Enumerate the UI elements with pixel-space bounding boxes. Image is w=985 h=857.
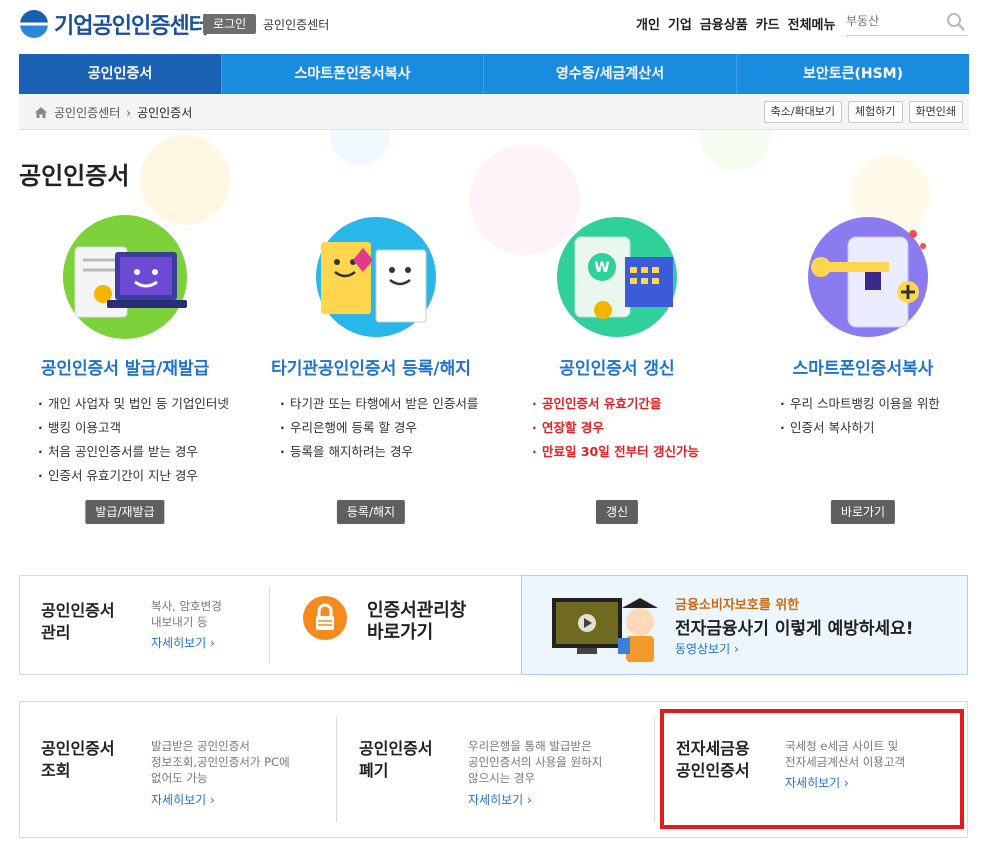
lookup-detail-link[interactable]: 자세히보기 ›	[151, 791, 215, 808]
list-item: 우리은행에 등록 할 경우	[278, 416, 478, 440]
divider	[654, 717, 655, 822]
divider	[336, 717, 337, 822]
promo-banner[interactable]: 금융소비자보호를 위한 전자금융사기 이렇게 예방하세요! 동영상보기 ›	[521, 575, 968, 675]
lock-icon	[303, 596, 347, 640]
breadcrumb-bar: 공인인증센터 › 공인인증서 축소/확대보기 체험하기 화면인쇄	[19, 94, 969, 130]
list-item: 처음 공인인증서를 받는 경우	[36, 440, 229, 464]
service-description: 우리 스마트뱅킹 이용을 위한 인증서 복사하기	[778, 392, 940, 440]
svg-text:W: W	[594, 260, 609, 276]
video-presenter-icon	[552, 598, 658, 662]
try-button[interactable]: 체험하기	[848, 101, 903, 123]
list-item: 연장할 경우	[530, 416, 699, 440]
revoke-box-desc: 우리은행을 통해 발급받은 공인인증서의 사용을 원하지 않으시는 경우	[468, 739, 603, 785]
list-item: 공인인증서 유효기간을	[530, 392, 699, 416]
topnav-card[interactable]: 카드	[756, 14, 780, 33]
manage-detail-link[interactable]: 자세히보기 ›	[151, 634, 215, 651]
lookup-box-title: 공인인증서 조회	[41, 739, 115, 780]
menu-certificate[interactable]: 공인인증서	[19, 54, 222, 94]
zoom-button[interactable]: 축소/확대보기	[763, 101, 843, 123]
revoke-detail-link[interactable]: 자세히보기 ›	[468, 791, 532, 808]
list-item: 개인 사업자 및 법인 등 기업인터넷	[36, 392, 229, 416]
site-name-link[interactable]: 공인인증센터	[263, 16, 329, 33]
breadcrumb: 공인인증센터 › 공인인증서	[34, 104, 192, 121]
list-item: 뱅킹 이용고객	[36, 416, 229, 440]
service-title[interactable]: 공인인증서 발급/재발급	[10, 354, 240, 379]
highlight-box	[660, 709, 964, 829]
smartphone-key-icon	[808, 217, 928, 337]
lookup-box-desc: 발급받은 공인인증서 정보조회,공인인증서가 PC에 없어도 가능	[151, 739, 290, 785]
info-row-1: 공인인증서 관리 복사, 암호변경 내보내기 등 자세히보기 › 인증서관리창 바로가…	[19, 575, 968, 675]
top-navigation: 개인 기업 금융상품 카드 전체메뉴	[636, 14, 835, 33]
list-item: 인증서 유효기간이 지난 경우	[36, 464, 229, 488]
logo-text: 기업공인인증센터	[54, 14, 209, 39]
manage-box-desc: 복사, 암호변경 내보내기 등	[151, 599, 222, 629]
list-item: 우리 스마트뱅킹 이용을 위한	[778, 392, 940, 416]
renew-button[interactable]: 갱신	[595, 500, 639, 524]
breadcrumb-home[interactable]: 공인인증센터	[54, 104, 120, 121]
service-description: 공인인증서 유효기간을 연장할 경우 만료일 30일 전부터 갱신가능	[530, 392, 699, 464]
search-icon[interactable]	[946, 12, 966, 32]
chevron-right-icon: ›	[126, 105, 132, 120]
search-box	[846, 8, 968, 36]
promo-title: 전자금융사기 이렇게 예방하세요!	[675, 619, 914, 639]
go-button[interactable]: 바로가기	[830, 500, 896, 524]
service-description: 개인 사업자 및 법인 등 기업인터넷 뱅킹 이용고객 처음 공인인증서를 받는…	[36, 392, 229, 488]
list-item: 인증서 복사하기	[778, 416, 940, 440]
service-title[interactable]: 스마트폰인증서복사	[748, 354, 978, 379]
topnav-corporate[interactable]: 기업	[668, 14, 692, 33]
list-item: 타기관 또는 타행에서 받은 인증서를	[278, 392, 478, 416]
bank-logo-icon	[20, 10, 48, 38]
documents-register-icon	[316, 217, 436, 337]
cert-window-link[interactable]: 인증서관리창 바로가기	[367, 600, 466, 644]
page-tools: 축소/확대보기 체험하기 화면인쇄	[763, 101, 963, 123]
menu-security-token[interactable]: 보안토큰(HSM)	[737, 54, 969, 94]
renewal-calendar-icon: W	[557, 217, 677, 337]
service-title[interactable]: 공인인증서 갱신	[502, 354, 732, 379]
search-input[interactable]	[846, 8, 941, 34]
home-icon[interactable]	[34, 106, 48, 119]
video-link[interactable]: 동영상보기 ›	[675, 640, 739, 657]
main-menu: 공인인증서 스마트폰인증서복사 영수증/세금계산서 보안토큰(HSM)	[19, 54, 969, 94]
print-button[interactable]: 화면인쇄	[908, 101, 963, 123]
service-description: 타기관 또는 타행에서 받은 인증서를 우리은행에 등록 할 경우 등록을 해지…	[278, 392, 478, 464]
topnav-products[interactable]: 금융상품	[700, 14, 748, 33]
menu-smartphone-copy[interactable]: 스마트폰인증서복사	[222, 54, 484, 94]
register-button[interactable]: 등록/해지	[336, 500, 406, 524]
logo[interactable]: 기업공인인증센터	[20, 8, 209, 40]
login-button[interactable]: 로그인	[203, 14, 257, 34]
list-item: 등록을 해지하려는 경우	[278, 440, 478, 464]
revoke-box-title: 공인인증서 폐기	[359, 739, 433, 780]
page-title: 공인인증서	[19, 162, 130, 190]
site-header: 기업공인인증센터 로그인 공인인증센터 개인 기업 금융상품 카드 전체메뉴	[0, 0, 985, 50]
list-item: 만료일 30일 전부터 갱신가능	[530, 440, 699, 464]
breadcrumb-current: 공인인증서	[137, 106, 193, 120]
issue-button[interactable]: 발급/재발급	[85, 500, 165, 524]
divider	[269, 586, 270, 664]
topnav-personal[interactable]: 개인	[636, 14, 660, 33]
menu-receipt-invoice[interactable]: 영수증/세금계산서	[484, 54, 737, 94]
service-title[interactable]: 타기관공인인증서 등록/해지	[256, 354, 486, 379]
topnav-all-menu[interactable]: 전체메뉴	[788, 14, 836, 33]
manage-box-title: 공인인증서 관리	[41, 601, 115, 642]
laptop-certificate-icon	[63, 215, 187, 339]
promo-subtitle: 금융소비자보호를 위한	[675, 598, 800, 613]
